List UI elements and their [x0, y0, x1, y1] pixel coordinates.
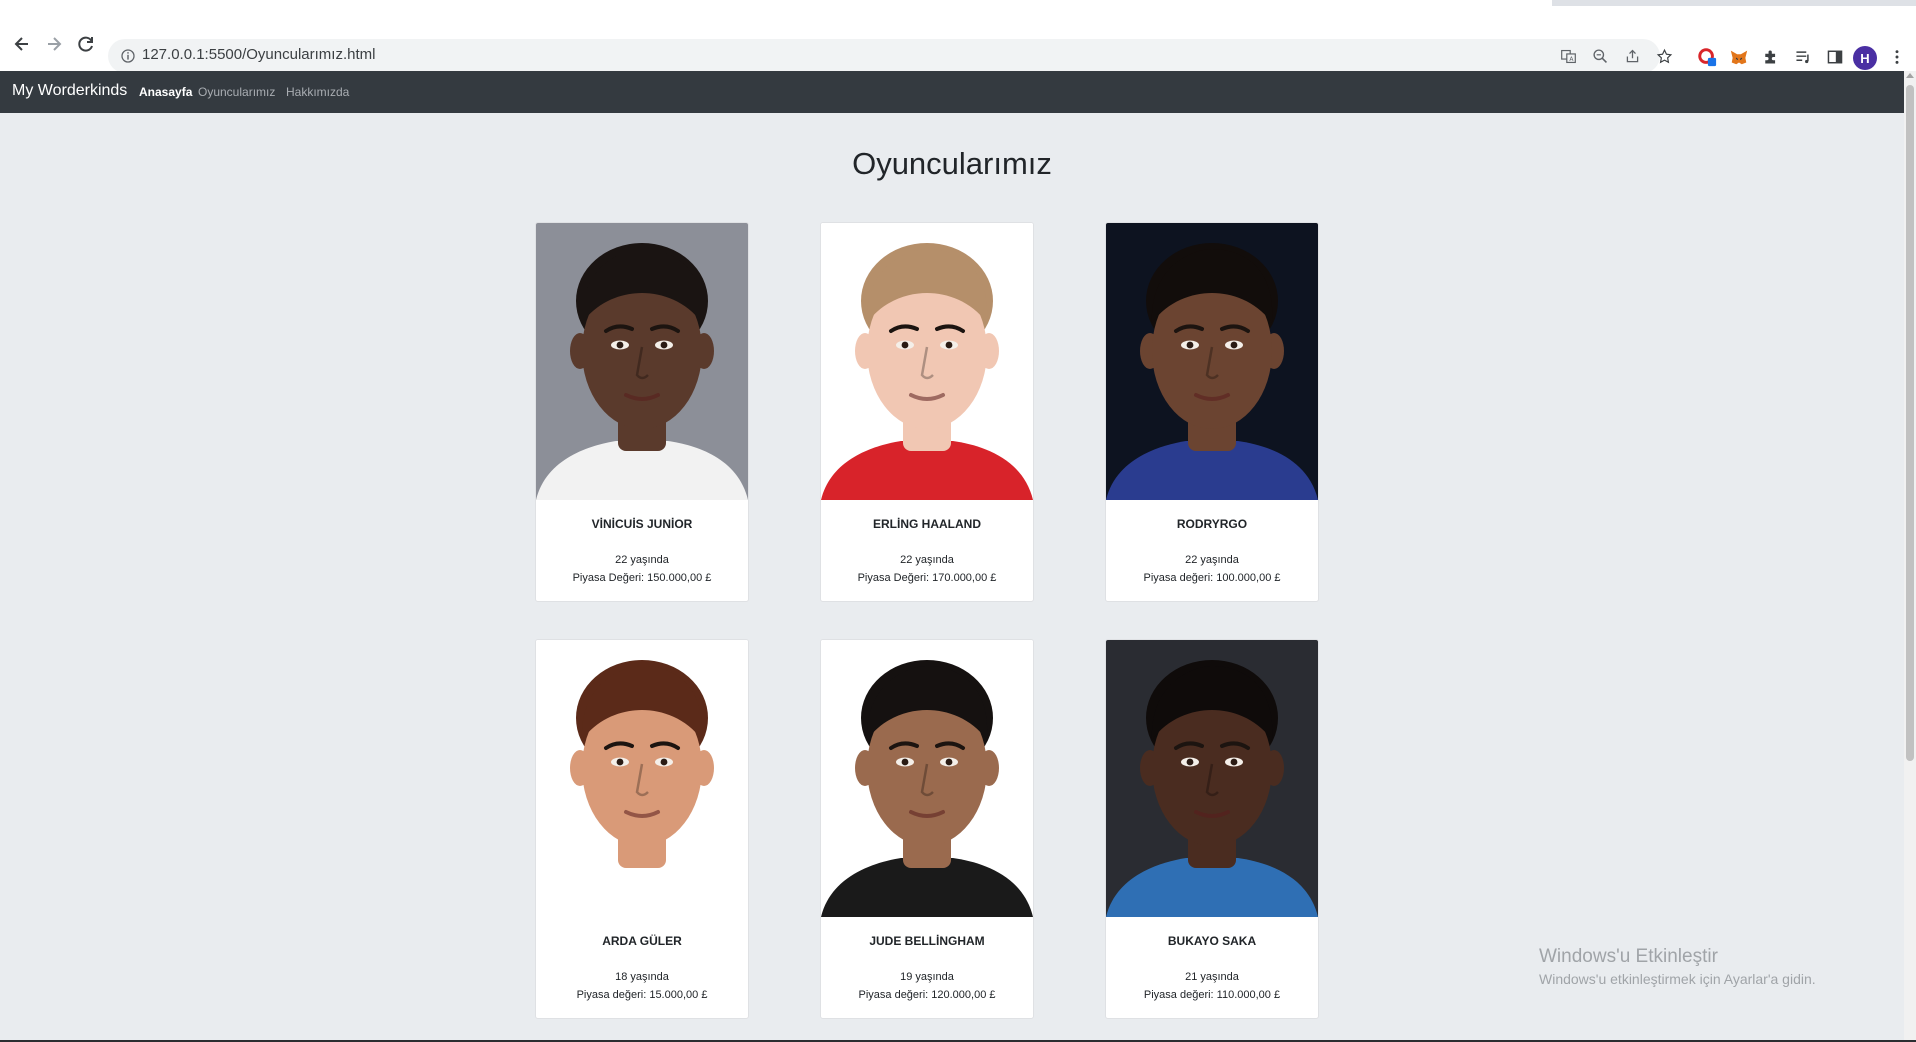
navbar-brand[interactable]: My Worderkinds — [12, 82, 127, 100]
player-card[interactable]: RODRYRGO 22 yaşında Piyasa değeri: 100.0… — [1105, 222, 1319, 602]
player-photo — [1106, 640, 1318, 917]
share-icon[interactable] — [1622, 46, 1642, 66]
forward-icon[interactable] — [40, 30, 68, 58]
reading-list-icon[interactable] — [1792, 46, 1814, 68]
player-photo — [821, 223, 1033, 500]
player-market-value: Piyasa değeri: 100.000,00 £ — [1143, 572, 1281, 584]
nav-link-oyuncularimiz[interactable]: Oyuncularımız — [198, 85, 275, 99]
zoom-icon[interactable] — [1590, 46, 1610, 66]
page-scrollbar[interactable] — [1904, 71, 1916, 1040]
url-text[interactable]: 127.0.0.1:5500/Oyuncularımız.html — [142, 46, 375, 63]
player-card[interactable]: ARDA GÜLER 18 yaşında Piyasa değeri: 15.… — [535, 639, 749, 1019]
web-page: My Worderkinds Anasayfa Oyuncularımız Ha… — [0, 71, 1904, 1040]
nav-link-anasayfa[interactable]: Anasayfa — [139, 85, 192, 99]
profile-avatar[interactable]: H — [1853, 46, 1877, 70]
player-market-value: Piyasa değeri: 15.000,00 £ — [576, 989, 708, 1001]
player-name: VİNİCUİS JUNİOR — [591, 517, 693, 531]
scroll-up-arrow-icon[interactable] — [1906, 73, 1914, 78]
page-title: Oyuncularımız — [852, 146, 1052, 181]
back-icon[interactable] — [8, 30, 36, 58]
player-photo — [1106, 223, 1318, 500]
player-name: JUDE BELLİNGHAM — [869, 934, 985, 948]
player-photo — [821, 640, 1033, 917]
player-age: 21 yaşında — [1185, 971, 1239, 983]
browser-window: 127.0.0.1:5500/Oyuncularımız.html A H My… — [0, 0, 1916, 1042]
player-name: ARDA GÜLER — [602, 934, 682, 948]
watermark-subtitle: Windows'u etkinleştirmek için Ayarlar'a … — [1539, 971, 1816, 987]
player-card[interactable]: JUDE BELLİNGHAM 19 yaşında Piyasa değeri… — [820, 639, 1034, 1019]
site-info-icon[interactable] — [118, 46, 138, 66]
extensions-puzzle-icon[interactable] — [1760, 46, 1782, 68]
reload-icon[interactable] — [72, 30, 100, 58]
player-age: 22 yaşında — [1185, 554, 1239, 566]
player-age: 19 yaşında — [900, 971, 954, 983]
player-market-value: Piyasa değeri: 110.000,00 £ — [1143, 989, 1281, 1001]
site-navbar: My Worderkinds Anasayfa Oyuncularımız Ha… — [0, 71, 1904, 113]
player-photo — [536, 640, 748, 917]
player-market-value: Piyasa Değeri: 170.000,00 £ — [857, 572, 997, 584]
address-bar[interactable]: 127.0.0.1:5500/Oyuncularımız.html A — [108, 39, 1672, 73]
menu-kebab-icon[interactable] — [1886, 46, 1908, 68]
watermark-title: Windows'u Etkinleştir — [1539, 946, 1718, 967]
player-photo — [536, 223, 748, 500]
player-age: 22 yaşında — [615, 554, 669, 566]
player-market-value: Piyasa değeri: 120.000,00 £ — [858, 989, 996, 1001]
translate-icon[interactable]: A — [1558, 46, 1578, 66]
player-card[interactable]: ERLİNG HAALAND 22 yaşında Piyasa Değeri:… — [820, 222, 1034, 602]
player-age: 18 yaşında — [615, 971, 669, 983]
extension-red-icon[interactable] — [1696, 46, 1718, 68]
player-name: BUKAYO SAKA — [1167, 934, 1257, 948]
scrollbar-thumb[interactable] — [1906, 85, 1914, 761]
nav-link-hakkimizda[interactable]: Hakkımızda — [286, 85, 349, 99]
bookmark-star-icon[interactable] — [1654, 46, 1674, 66]
player-name: RODRYRGO — [1176, 517, 1248, 531]
browser-toolbar: 127.0.0.1:5500/Oyuncularımız.html A H — [0, 6, 1916, 73]
player-name: ERLİNG HAALAND — [873, 517, 981, 531]
player-age: 22 yaşında — [900, 554, 954, 566]
metamask-fox-icon[interactable] — [1728, 46, 1750, 68]
player-card[interactable]: VİNİCUİS JUNİOR 22 yaşında Piyasa Değeri… — [535, 222, 749, 602]
player-market-value: Piyasa Değeri: 150.000,00 £ — [572, 572, 712, 584]
side-panel-icon[interactable] — [1824, 46, 1846, 68]
player-card[interactable]: BUKAYO SAKA 21 yaşında Piyasa değeri: 11… — [1105, 639, 1319, 1019]
windows-activation-watermark: Windows'u Etkinleştir Windows'u etkinleş… — [1539, 946, 1816, 987]
